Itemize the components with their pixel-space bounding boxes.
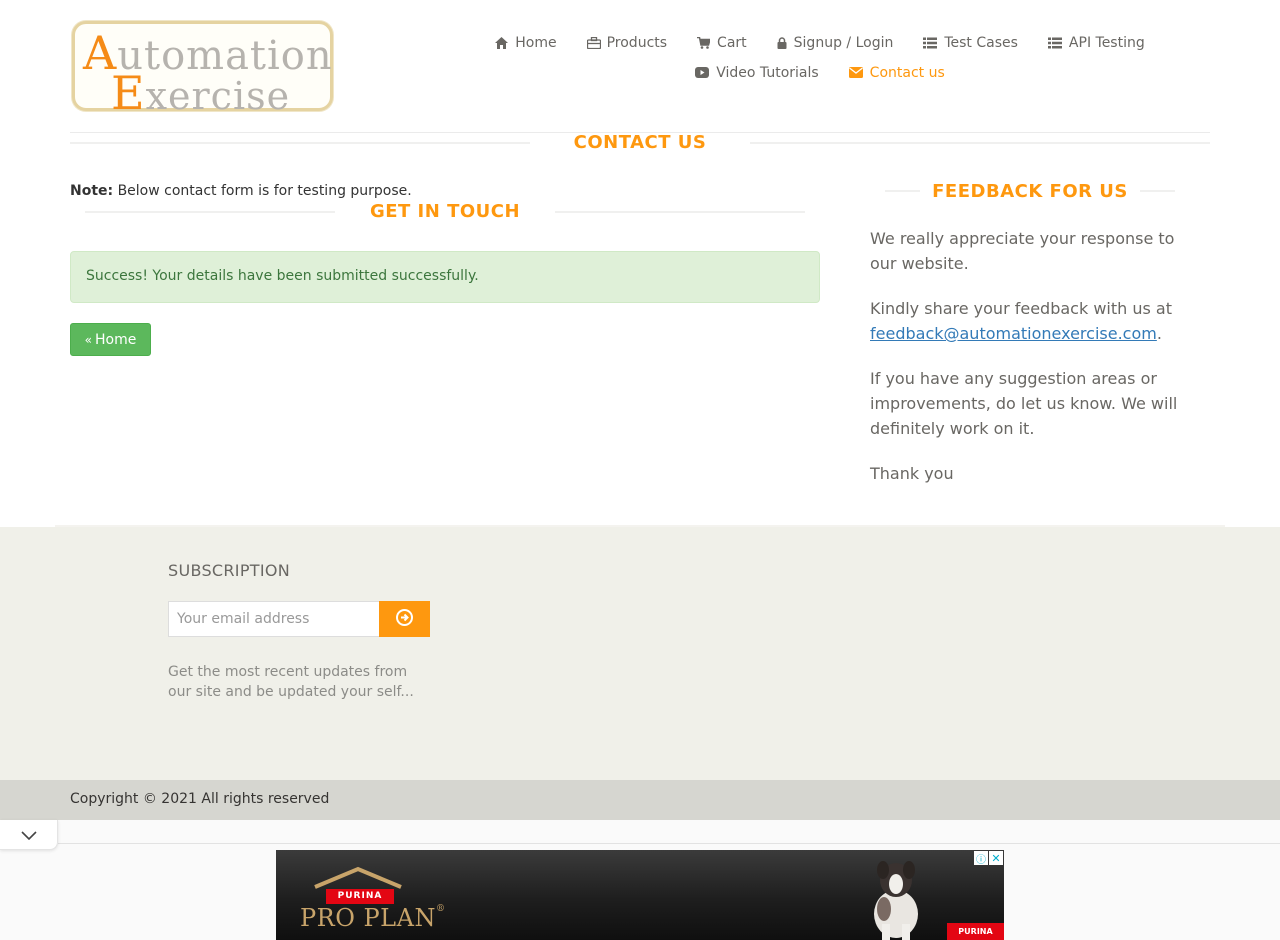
info-icon[interactable]: ⓘ xyxy=(974,851,988,866)
ad-collapse-toggle[interactable] xyxy=(0,820,58,850)
nav-cart-label: Cart xyxy=(717,35,747,51)
nav-video-tutorials-label: Video Tutorials xyxy=(716,65,819,81)
logo-text-line2: xercise xyxy=(145,74,291,118)
pro-plan-wordmark: PRO PLAN® xyxy=(300,904,445,932)
note-text: Note: Below contact form is for testing … xyxy=(70,183,412,199)
git-line-left xyxy=(85,211,335,213)
main-nav: Home Products Cart Signup / Login Test C… xyxy=(470,28,1170,88)
subscription-description: Get the most recent updates from our sit… xyxy=(168,664,414,700)
note-body: Below contact form is for testing purpos… xyxy=(117,183,412,199)
home-button-label: Home xyxy=(95,331,137,348)
nav-test-cases-label: Test Cases xyxy=(944,35,1018,51)
lock-icon xyxy=(777,37,787,49)
cart-icon xyxy=(697,37,711,49)
title-line-right xyxy=(750,142,1210,144)
youtube-play-icon xyxy=(695,67,710,79)
feedback-p1: We really appreciate your response to ou… xyxy=(870,229,1175,273)
double-chevron-left-icon: « xyxy=(84,332,92,347)
nav-home[interactable]: Home xyxy=(495,35,557,51)
list-icon xyxy=(1047,37,1062,49)
fb-line-left xyxy=(885,190,920,192)
page-title: CONTACT US xyxy=(573,132,707,153)
copyright-text: Copyright © 2021 All rights reserved xyxy=(70,791,330,807)
feedback-title: FEEDBACK FOR US xyxy=(932,181,1128,202)
fb-line-right xyxy=(1140,190,1175,192)
note-label: Note: xyxy=(70,183,114,199)
success-alert: Success! Your details have been submitte… xyxy=(70,251,820,303)
feedback-p4: Thank you xyxy=(870,464,954,483)
site-logo[interactable]: Automation Exercise xyxy=(72,21,333,120)
feedback-p2-suffix: . xyxy=(1156,324,1162,343)
get-in-touch-title: GET IN TOUCH xyxy=(369,201,521,222)
chevron-down-icon xyxy=(20,825,37,844)
list-icon xyxy=(923,37,938,49)
nav-contact-us-label: Contact us xyxy=(869,65,945,81)
home-button[interactable]: « Home xyxy=(70,323,151,356)
feedback-p3: If you have any suggestion areas or impr… xyxy=(870,369,1178,438)
purina-badge: PURINA xyxy=(326,889,394,904)
close-icon[interactable]: ✕ xyxy=(989,851,1003,865)
pro-plan-text: PRO PLAN xyxy=(300,904,436,932)
subscribe-button[interactable] xyxy=(379,601,430,637)
nav-signup-login-label: Signup / Login xyxy=(793,35,894,51)
subscribe-email-input[interactable] xyxy=(168,601,380,637)
nav-cart[interactable]: Cart xyxy=(697,35,747,51)
subscription-title: SUBSCRIPTION xyxy=(168,561,291,580)
reg-mark: ® xyxy=(435,904,446,914)
nav-api-testing-label: API Testing xyxy=(1068,35,1145,51)
feedback-p2-text: Kindly share your feedback with us at xyxy=(870,299,1172,318)
purina-roof-logo xyxy=(314,866,402,889)
nav-products[interactable]: Products xyxy=(586,35,668,51)
briefcase-icon xyxy=(586,37,601,49)
home-icon xyxy=(495,37,509,49)
nav-signup-login[interactable]: Signup / Login xyxy=(777,35,894,51)
ad-divider xyxy=(58,843,1280,844)
arrow-circle-right-icon xyxy=(396,608,413,630)
dog-image xyxy=(874,861,918,940)
nav-home-label: Home xyxy=(515,35,557,51)
title-line-left xyxy=(70,142,530,144)
purina-corner-badge: PURINA xyxy=(947,923,1004,940)
git-line-right xyxy=(555,211,805,213)
nav-api-testing[interactable]: API Testing xyxy=(1047,35,1145,51)
feedback-p2: Kindly share your feedback with us at fe… xyxy=(870,296,1190,346)
feedback-email-link[interactable]: feedback@automationexercise.com xyxy=(870,324,1157,343)
purina-ad[interactable]: PURINA PRO PLAN® PURINA ⓘ ✕ xyxy=(276,850,1004,940)
nav-contact-us[interactable]: Contact us xyxy=(848,65,945,81)
nav-video-tutorials[interactable]: Video Tutorials xyxy=(695,65,819,81)
nav-products-label: Products xyxy=(606,35,668,51)
logo-cap-e: E xyxy=(111,66,146,120)
envelope-icon xyxy=(848,67,863,79)
nav-test-cases[interactable]: Test Cases xyxy=(923,35,1018,51)
